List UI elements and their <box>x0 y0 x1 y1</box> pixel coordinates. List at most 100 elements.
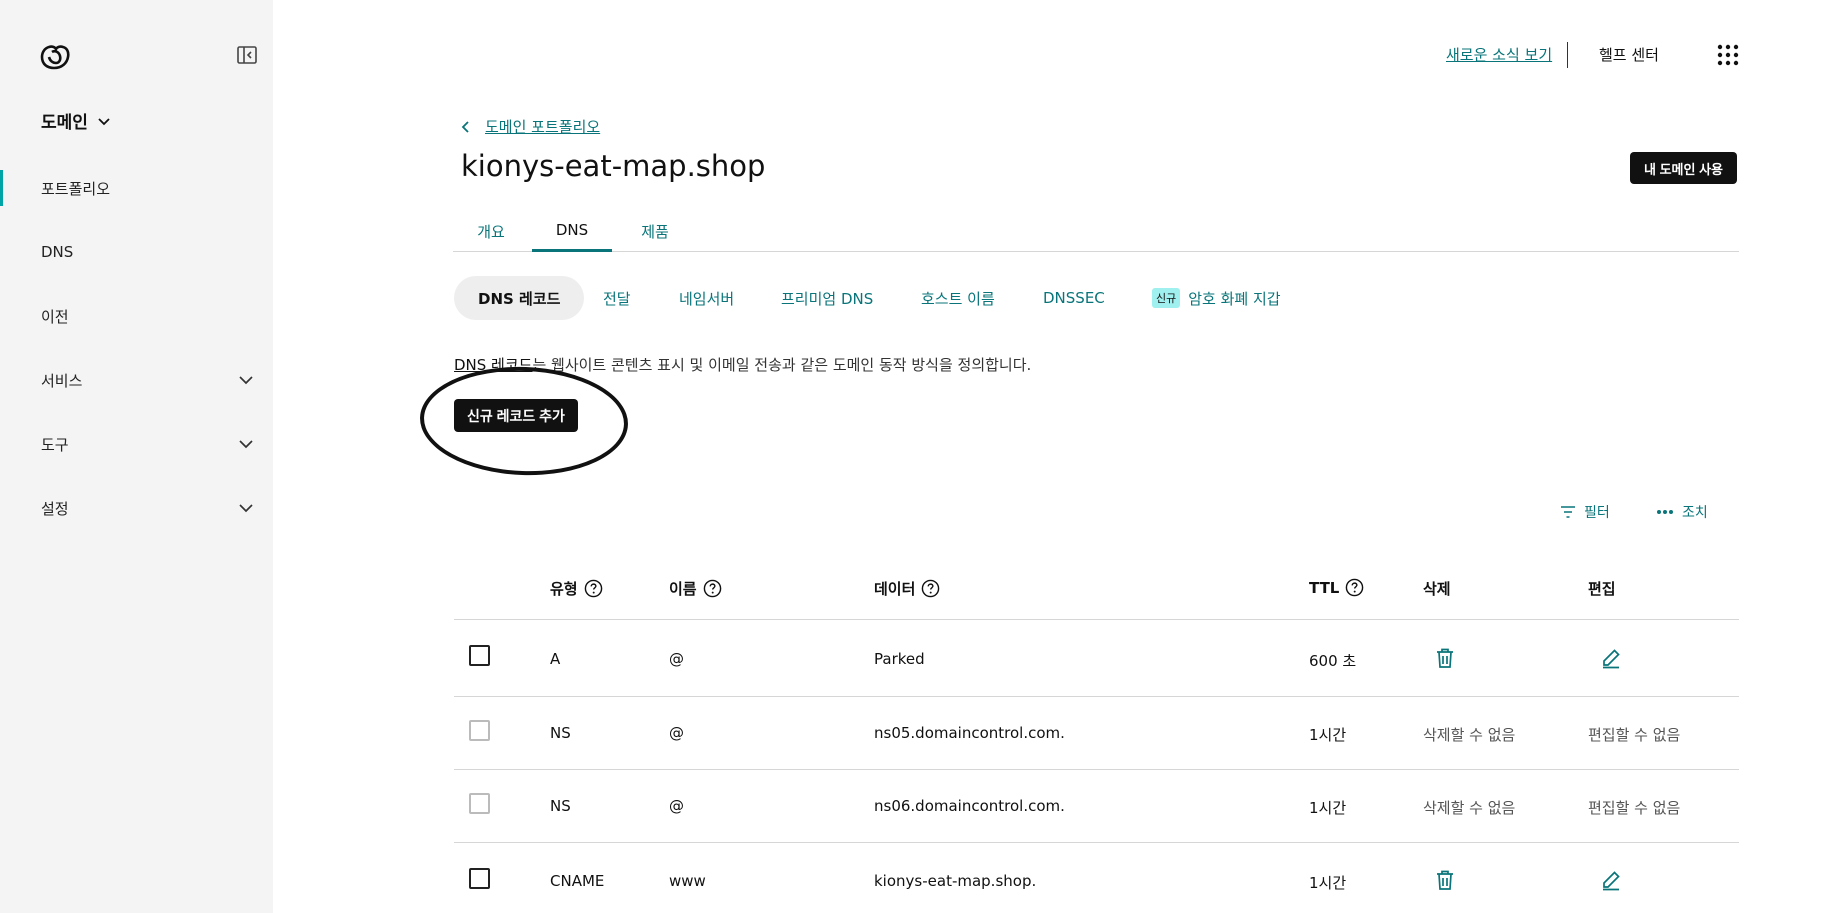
divider <box>1567 42 1568 68</box>
help-circle-icon[interactable] <box>584 579 603 598</box>
breadcrumb-label: 도메인 포트폴리오 <box>485 118 601 136</box>
sidebar-item-dns[interactable]: DNS <box>0 232 273 272</box>
cell-name: @ <box>669 797 684 815</box>
chevron-down-icon <box>239 376 253 385</box>
column-header-ttl[interactable]: TTL <box>1309 578 1364 597</box>
subtab-forwarding[interactable]: 전달 <box>603 276 631 320</box>
subtab-dns-records[interactable]: DNS 레코드 <box>454 276 585 320</box>
cell-delete-disabled: 삭제할 수 없음 <box>1423 726 1516 744</box>
cell-name: www <box>669 872 706 890</box>
godaddy-logo-icon[interactable] <box>38 40 70 72</box>
dns-records-help-link[interactable]: DNS 레코드 <box>454 356 532 374</box>
sidebar: 도메인 포트폴리오 DNS 이전 서비스 도구 설정 <box>0 0 273 913</box>
table-divider <box>454 696 1739 697</box>
cell-type: NS <box>550 724 571 742</box>
column-header-label: TTL <box>1309 578 1340 597</box>
subtab-nameservers[interactable]: 네임서버 <box>679 276 734 320</box>
tab-products[interactable]: 제품 <box>616 210 694 252</box>
cell-ttl: 1시간 <box>1309 874 1347 892</box>
sidebar-item-label: 도구 <box>41 435 69 454</box>
tab-dns[interactable]: DNS <box>532 210 612 252</box>
cell-edit-disabled: 편집할 수 없음 <box>1588 726 1681 744</box>
pencil-icon[interactable] <box>1599 868 1623 892</box>
sidebar-item-label: 이전 <box>41 307 69 326</box>
row-checkbox <box>469 720 490 741</box>
page-title: kionys-eat-map.shop <box>461 149 766 183</box>
column-header-label: 유형 <box>550 580 578 598</box>
column-header-type[interactable]: 유형 <box>550 578 603 599</box>
add-new-record-button[interactable]: 신규 레코드 추가 <box>454 399 578 432</box>
column-header-data[interactable]: 데이터 <box>874 578 940 599</box>
column-header-delete: 삭제 <box>1423 578 1451 599</box>
cell-name: @ <box>669 650 684 668</box>
collapse-sidebar-icon[interactable] <box>236 44 258 66</box>
chevron-left-icon <box>461 120 469 133</box>
subtab-crypto-wallet[interactable]: 신규 암호 화폐 지갑 <box>1152 276 1281 320</box>
more-horizontal-icon <box>1657 510 1673 514</box>
cell-type: CNAME <box>550 872 605 890</box>
cell-ttl: 600 초 <box>1309 652 1357 670</box>
sidebar-item-tools[interactable]: 도구 <box>0 424 273 464</box>
actions-label: 조치 <box>1682 505 1708 521</box>
table-divider <box>454 769 1739 770</box>
cell-type: A <box>550 650 561 668</box>
column-header-label: 이름 <box>669 580 697 598</box>
trash-icon[interactable] <box>1433 646 1457 670</box>
filter-button[interactable]: 필터 <box>1560 502 1610 522</box>
sidebar-item-services[interactable]: 서비스 <box>0 360 273 400</box>
cell-edit-disabled: 편집할 수 없음 <box>1588 799 1681 817</box>
chevron-down-icon <box>98 117 110 125</box>
row-checkbox[interactable] <box>469 645 490 666</box>
sidebar-item-settings[interactable]: 설정 <box>0 488 273 528</box>
filter-icon <box>1561 506 1575 518</box>
subtab-label: 암호 화폐 지갑 <box>1188 289 1281 308</box>
main-tabs: 개요 DNS 제품 <box>453 210 1739 252</box>
chevron-down-icon <box>239 440 253 449</box>
help-center-link[interactable]: 헬프 센터 <box>1599 44 1659 65</box>
sidebar-item-transfer[interactable]: 이전 <box>0 296 273 336</box>
actions-button[interactable]: 조치 <box>1656 502 1708 522</box>
tab-overview[interactable]: 개요 <box>453 210 529 252</box>
whats-new-link[interactable]: 새로운 소식 보기 <box>1446 44 1552 65</box>
column-header-edit: 편집 <box>1588 578 1616 599</box>
help-circle-icon[interactable] <box>703 579 722 598</box>
sidebar-item-label: 서비스 <box>41 371 83 390</box>
column-header-name[interactable]: 이름 <box>669 578 722 599</box>
cell-data: ns06.domaincontrol.com. <box>874 797 1065 815</box>
cell-data: ns05.domaincontrol.com. <box>874 724 1065 742</box>
description-text: 는 웹사이트 콘텐츠 표시 및 이메일 전송과 같은 도메인 동작 방식을 정의… <box>532 356 1032 374</box>
filter-label: 필터 <box>1584 505 1610 521</box>
domain-menu[interactable]: 도메인 <box>41 108 112 133</box>
row-checkbox[interactable] <box>469 868 490 889</box>
dns-description: DNS 레코드는 웹사이트 콘텐츠 표시 및 이메일 전송과 같은 도메인 동작… <box>454 354 1031 375</box>
subtab-dnssec[interactable]: DNSSEC <box>1043 276 1105 320</box>
row-checkbox <box>469 793 490 814</box>
table-divider <box>454 619 1739 620</box>
sidebar-item-label: DNS <box>41 243 74 261</box>
subtab-hostnames[interactable]: 호스트 이름 <box>921 276 995 320</box>
help-circle-icon[interactable] <box>1345 578 1364 597</box>
pencil-icon[interactable] <box>1599 646 1623 670</box>
cell-ttl: 1시간 <box>1309 726 1347 744</box>
domain-menu-label: 도메인 <box>41 113 88 133</box>
cell-ttl: 1시간 <box>1309 799 1347 817</box>
cell-delete-disabled: 삭제할 수 없음 <box>1423 799 1516 817</box>
help-circle-icon[interactable] <box>921 579 940 598</box>
column-header-label: 편집 <box>1588 580 1616 598</box>
use-my-domain-button[interactable]: 내 도메인 사용 <box>1630 152 1737 184</box>
sidebar-item-portfolio[interactable]: 포트폴리오 <box>0 168 273 208</box>
cell-data: Parked <box>874 650 925 668</box>
new-badge: 신규 <box>1152 288 1181 308</box>
subtab-premium-dns[interactable]: 프리미엄 DNS <box>781 276 873 320</box>
sidebar-item-label: 설정 <box>41 499 69 518</box>
trash-icon[interactable] <box>1433 868 1457 892</box>
apps-grid-icon[interactable] <box>1717 44 1739 66</box>
cell-data: kionys-eat-map.shop. <box>874 872 1037 890</box>
sidebar-item-label: 포트폴리오 <box>41 179 111 198</box>
column-header-label: 삭제 <box>1423 580 1451 598</box>
cell-name: @ <box>669 724 684 742</box>
breadcrumb-back[interactable]: 도메인 포트폴리오 <box>459 116 600 137</box>
cell-type: NS <box>550 797 571 815</box>
chevron-down-icon <box>239 504 253 513</box>
column-header-label: 데이터 <box>874 580 916 598</box>
